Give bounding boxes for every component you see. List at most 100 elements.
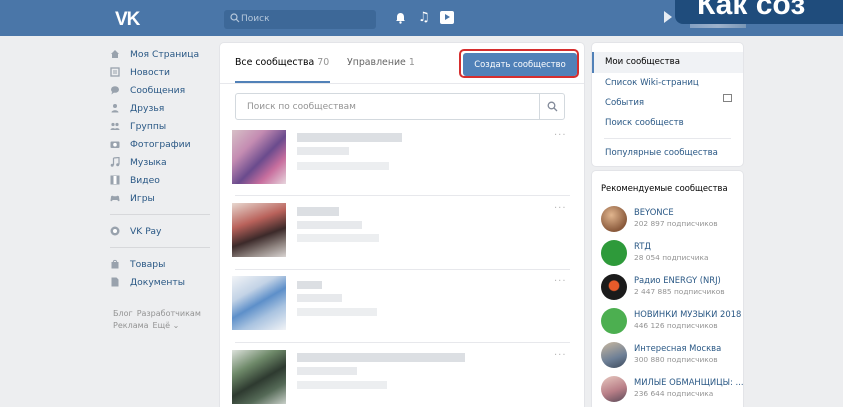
menu-events[interactable]: События	[605, 98, 644, 108]
overlay-title: Как соз	[675, 0, 843, 24]
community-avatar[interactable]	[232, 203, 286, 257]
recommended-avatar[interactable]	[601, 376, 627, 402]
sidebar-item-groups[interactable]: Группы	[110, 120, 215, 134]
sidebar-item-messages[interactable]: Сообщения	[110, 84, 215, 98]
sidebar-item-photos[interactable]: Фотографии	[110, 138, 215, 152]
tab-management[interactable]: Управление 1	[347, 57, 415, 68]
recommended-avatar[interactable]	[601, 342, 627, 368]
search-divider	[539, 94, 540, 119]
music-note-icon[interactable]: ♫	[418, 10, 430, 25]
sidebar-item-my-page[interactable]: Моя Страница	[110, 48, 215, 62]
sidebar-item-video[interactable]: Видео	[110, 174, 215, 188]
sidebar-item-vkpay[interactable]: VK Pay	[110, 225, 215, 239]
community-avatar[interactable]	[232, 130, 286, 184]
footer-link-blog[interactable]: Блог	[113, 309, 133, 318]
recommended-item[interactable]: BEYONCE 202 897 подписчиков	[601, 204, 741, 236]
recommended-name[interactable]: НОВИНКИ МУЗЫКИ 2018	[634, 309, 741, 319]
community-meta-blurred	[297, 308, 377, 316]
sidebar-item-news[interactable]: Новости	[110, 66, 215, 80]
sidebar-divider	[110, 247, 210, 248]
row-divider	[235, 195, 570, 196]
more-options-icon[interactable]: ···	[554, 203, 567, 214]
community-meta-blurred	[297, 381, 387, 389]
row-divider	[235, 269, 570, 270]
recommended-name[interactable]: RTД	[634, 241, 651, 251]
recommended-subscribers: 28 054 подписчика	[634, 253, 709, 262]
community-avatar[interactable]	[232, 350, 286, 404]
communities-search-input[interactable]: Поиск по сообществам	[235, 93, 565, 120]
community-name-blurred[interactable]	[297, 133, 402, 142]
menu-divider	[604, 138, 731, 139]
search-icon[interactable]	[547, 101, 558, 112]
footer-link-more[interactable]: Ещё ⌄	[153, 321, 180, 330]
recommended-item[interactable]: RTД 28 054 подписчика	[601, 238, 741, 270]
more-options-icon[interactable]: ···	[554, 276, 567, 287]
music-icon	[110, 157, 120, 167]
community-meta-blurred	[297, 367, 357, 375]
recommended-avatar[interactable]	[601, 274, 627, 300]
sidebar-item-games[interactable]: Игры	[110, 192, 215, 206]
sidebar-footer-links: Блог Разработчикам Реклама Ещё ⌄	[113, 308, 205, 332]
recommended-item[interactable]: МИЛЫЕ ОБМАНЩИЦЫ: ... 236 644 подписчика	[601, 374, 744, 406]
tab-all-count: 70	[317, 57, 330, 68]
menu-popular-communities[interactable]: Популярные сообщества	[605, 148, 718, 158]
sidebar-item-friends[interactable]: Друзья	[110, 102, 215, 116]
sidebar-item-music[interactable]: Музыка	[110, 156, 215, 170]
community-name-blurred[interactable]	[297, 353, 465, 362]
recommended-item[interactable]: НОВИНКИ МУЗЫКИ 2018 446 126 подписчиков	[601, 306, 741, 338]
messages-icon	[111, 86, 119, 95]
community-meta-blurred	[297, 234, 379, 242]
tabs-divider	[220, 83, 584, 84]
news-icon	[110, 67, 120, 77]
vk-logo[interactable]: VK	[115, 9, 140, 31]
footer-link-ads[interactable]: Реклама	[113, 321, 149, 330]
community-avatar[interactable]	[232, 276, 286, 330]
right-menu: Мои сообщества Список Wiki-страниц Событ…	[592, 43, 743, 166]
bag-icon	[111, 259, 119, 269]
document-icon	[111, 277, 119, 287]
recommended-subscribers: 236 644 подписчика	[634, 389, 714, 398]
community-name-blurred[interactable]	[297, 281, 322, 289]
recommended-name[interactable]: МИЛЫЕ ОБМАНЩИЦЫ: ...	[634, 377, 744, 387]
recommended-name[interactable]: Радио ENERGY (NRJ)	[634, 275, 721, 285]
recommended-name[interactable]: BEYONCE	[634, 207, 674, 217]
more-options-icon[interactable]: ···	[554, 130, 567, 141]
footer-link-developers[interactable]: Разработчикам	[137, 309, 201, 318]
recommended-item[interactable]: Радио ENERGY (NRJ) 2 447 885 подписчиков	[601, 272, 741, 304]
sidebar-item-documents[interactable]: Документы	[110, 276, 215, 290]
menu-wiki-pages[interactable]: Список Wiki-страниц	[605, 78, 699, 88]
community-meta-blurred	[297, 147, 349, 155]
recommended-avatar[interactable]	[601, 308, 627, 334]
header-search-input[interactable]: Поиск	[224, 10, 376, 29]
sidebar-divider	[110, 214, 210, 215]
community-name-blurred[interactable]	[297, 207, 339, 216]
recommended-item[interactable]: Интересная Москва 300 880 подписчиков	[601, 340, 741, 372]
sidebar-item-goods[interactable]: Товары	[110, 258, 215, 272]
gamepad-icon	[110, 195, 120, 202]
recommended-communities: Рекомендуемые сообщества BEYONCE 202 897…	[592, 171, 744, 407]
community-meta-blurred	[297, 162, 389, 170]
calendar-icon[interactable]	[723, 94, 732, 102]
search-placeholder: Поиск по сообществам	[247, 102, 356, 112]
recommended-avatar[interactable]	[601, 240, 627, 266]
player-arrow-icon[interactable]	[664, 11, 672, 23]
recommended-subscribers: 446 126 подписчиков	[634, 321, 718, 330]
camera-icon	[110, 141, 120, 148]
search-icon	[230, 13, 240, 23]
menu-search-communities[interactable]: Поиск сообществ	[605, 118, 684, 128]
highlight-frame	[459, 49, 579, 78]
recommended-name[interactable]: Интересная Москва	[634, 343, 721, 353]
friends-icon	[111, 104, 119, 113]
tab-all-communities[interactable]: Все сообщества 70	[235, 57, 329, 68]
tab-manage-count: 1	[408, 57, 415, 68]
video-icon	[110, 175, 120, 185]
header-search-placeholder: Поиск	[241, 14, 270, 24]
bell-icon[interactable]	[395, 12, 406, 24]
more-options-icon[interactable]: ···	[554, 350, 567, 361]
recommended-avatar[interactable]	[601, 206, 627, 232]
home-icon	[111, 50, 119, 58]
recommended-subscribers: 300 880 подписчиков	[634, 355, 718, 364]
communities-card: Все сообщества 70 Управление 1 Создать соо…	[220, 43, 584, 407]
menu-my-communities[interactable]: Мои сообщества	[605, 57, 680, 67]
play-icon[interactable]	[440, 11, 454, 24]
